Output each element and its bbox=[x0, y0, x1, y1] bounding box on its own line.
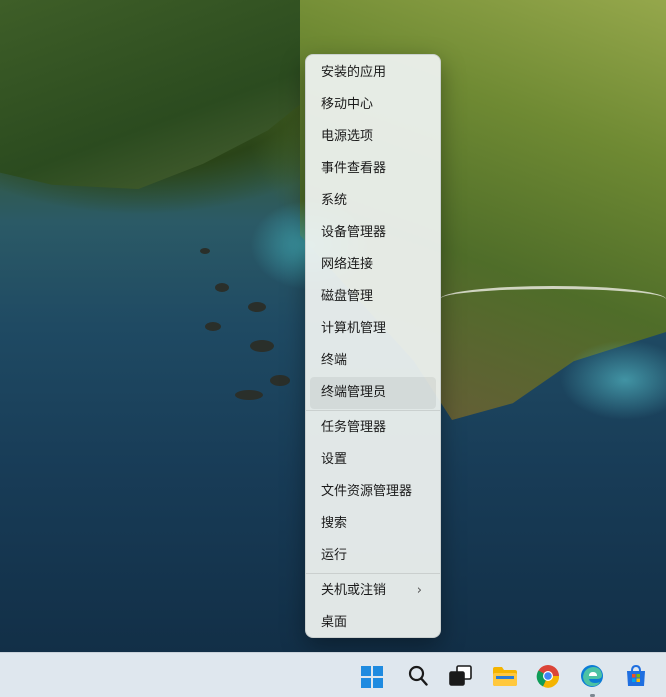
menu-item-power-options[interactable]: 电源选项 bbox=[310, 121, 436, 153]
wallpaper-water-shine bbox=[560, 340, 666, 420]
menu-item-disk-management[interactable]: 磁盘管理 bbox=[310, 281, 436, 313]
menu-item-shutdown-signout[interactable]: 关机或注销 › bbox=[310, 575, 436, 607]
task-view-icon[interactable] bbox=[449, 665, 473, 687]
menu-item-desktop[interactable]: 桌面 bbox=[310, 607, 436, 639]
windows-start-icon[interactable] bbox=[361, 666, 383, 688]
file-explorer-icon[interactable] bbox=[492, 665, 518, 687]
menu-group-admin-tools: 安装的应用 移动中心 电源选项 事件查看器 系统 设备管理器 网络连接 磁盘管理… bbox=[310, 57, 436, 409]
menu-group-utilities: 任务管理器 设置 文件资源管理器 搜索 运行 bbox=[310, 412, 436, 572]
wallpaper-rock bbox=[235, 390, 263, 400]
wallpaper-rock bbox=[248, 302, 266, 312]
wallpaper-rock bbox=[250, 340, 274, 352]
menu-item-terminal-admin[interactable]: 终端管理员 bbox=[310, 377, 436, 409]
menu-separator bbox=[306, 573, 440, 574]
wallpaper-rock bbox=[215, 283, 229, 292]
wallpaper-rock bbox=[270, 375, 290, 386]
menu-item-label: 关机或注销 bbox=[321, 583, 387, 598]
start-context-menu: 安装的应用 移动中心 电源选项 事件查看器 系统 设备管理器 网络连接 磁盘管理… bbox=[305, 54, 441, 638]
microsoft-store-icon[interactable] bbox=[624, 664, 648, 688]
menu-item-settings[interactable]: 设置 bbox=[310, 444, 436, 476]
wallpaper-bridge bbox=[440, 286, 666, 319]
menu-item-search[interactable]: 搜索 bbox=[310, 508, 436, 540]
edge-icon[interactable] bbox=[580, 664, 604, 688]
search-icon[interactable] bbox=[408, 665, 428, 687]
menu-item-mobility-center[interactable]: 移动中心 bbox=[310, 89, 436, 121]
menu-item-computer-management[interactable]: 计算机管理 bbox=[310, 313, 436, 345]
menu-item-run[interactable]: 运行 bbox=[310, 540, 436, 572]
wallpaper-rock bbox=[200, 248, 210, 254]
menu-item-file-explorer[interactable]: 文件资源管理器 bbox=[310, 476, 436, 508]
menu-separator bbox=[306, 410, 440, 411]
menu-item-terminal[interactable]: 终端 bbox=[310, 345, 436, 377]
wallpaper-coast-left bbox=[0, 0, 340, 189]
menu-item-system[interactable]: 系统 bbox=[310, 185, 436, 217]
taskbar bbox=[0, 652, 666, 697]
wallpaper-rock bbox=[205, 322, 221, 331]
menu-item-network-connections[interactable]: 网络连接 bbox=[310, 249, 436, 281]
menu-group-session: 关机或注销 › 桌面 bbox=[310, 575, 436, 639]
menu-item-device-manager[interactable]: 设备管理器 bbox=[310, 217, 436, 249]
chevron-right-icon: › bbox=[416, 583, 422, 598]
menu-item-installed-apps[interactable]: 安装的应用 bbox=[310, 57, 436, 89]
menu-item-event-viewer[interactable]: 事件查看器 bbox=[310, 153, 436, 185]
menu-item-task-manager[interactable]: 任务管理器 bbox=[310, 412, 436, 444]
chrome-icon[interactable] bbox=[536, 664, 560, 688]
